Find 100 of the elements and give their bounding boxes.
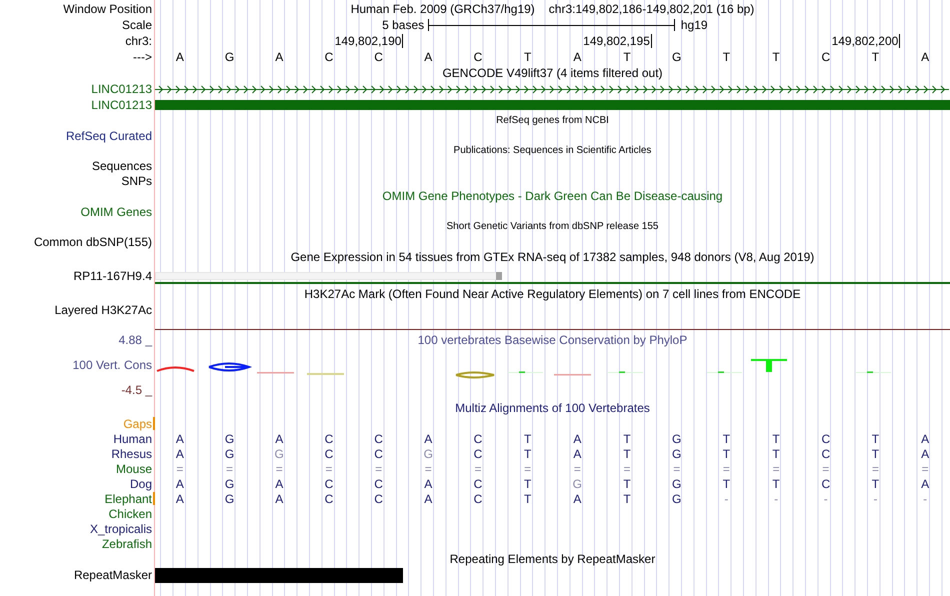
base-letter: A bbox=[176, 51, 184, 63]
track-title: OMIM Gene Phenotypes - Dark Green Can Be Disease-causing bbox=[382, 190, 723, 202]
base-letter: A bbox=[921, 478, 930, 490]
base-letter: A bbox=[275, 51, 284, 63]
track-label: Elephant bbox=[104, 492, 152, 504]
base-letter: T bbox=[524, 432, 532, 444]
track-label: RepeatMasker bbox=[74, 569, 152, 581]
base-letter: G bbox=[224, 51, 234, 63]
base-letter: G bbox=[424, 448, 433, 460]
base-letter: C bbox=[474, 432, 482, 444]
ruler-tick: 149,802,190 bbox=[334, 34, 404, 48]
base-letter: C bbox=[821, 478, 830, 490]
track-label: SNPs bbox=[121, 174, 152, 186]
track-label: Mouse bbox=[116, 462, 152, 474]
base-letter: - bbox=[774, 492, 778, 504]
base-letter: A bbox=[275, 478, 284, 490]
track-label: Window Position bbox=[63, 2, 152, 14]
base-letter: A bbox=[424, 432, 432, 444]
base-letter: = bbox=[524, 462, 532, 474]
base-letter: A bbox=[275, 492, 284, 504]
track-label: Dog bbox=[130, 478, 152, 490]
base-letter: T bbox=[772, 432, 780, 444]
base-letter: T bbox=[772, 478, 780, 490]
base-letter: - bbox=[724, 492, 728, 504]
base-letter: C bbox=[474, 478, 482, 490]
base-letter: C bbox=[821, 448, 830, 460]
base-letter: T bbox=[722, 448, 730, 460]
base-letter: T bbox=[772, 51, 780, 63]
base-letter: C bbox=[324, 492, 334, 504]
base-letter: T bbox=[524, 51, 532, 63]
base-letter: = bbox=[673, 462, 680, 474]
track-title: GENCODE V49lift37 (4 items filtered out) bbox=[442, 67, 663, 79]
base-letter: A bbox=[573, 51, 582, 63]
assembly-title: Human Feb. 2009 (GRCh37/hg19) bbox=[350, 2, 535, 14]
base-letter: C bbox=[374, 448, 383, 460]
base-letter: G bbox=[224, 478, 234, 490]
base-letter: C bbox=[374, 492, 383, 504]
assembly-text: hg19 bbox=[680, 18, 708, 32]
base-letter: - bbox=[873, 492, 878, 504]
track-title: Gene Expression in 54 tissues from GTEx RNA-seq of 17382 samples, 948 donors (V8, Aug 2019) bbox=[290, 251, 814, 263]
base-letter: G bbox=[672, 51, 682, 63]
base-letter: = bbox=[822, 462, 830, 474]
base-letter: C bbox=[324, 478, 334, 490]
base-letter: = bbox=[276, 462, 283, 474]
base-letter: G bbox=[672, 448, 682, 460]
track-label: Zebrafish bbox=[102, 538, 152, 550]
position-text: chr3:149,802,186-149,802,201 (16 bp) bbox=[548, 2, 754, 14]
base-letter: G bbox=[224, 448, 234, 460]
track-label: RefSeq Curated bbox=[66, 130, 152, 142]
base-letter: C bbox=[324, 51, 334, 63]
base-letter: T bbox=[722, 478, 730, 490]
track-label: Gaps bbox=[123, 418, 152, 430]
base-letter: = bbox=[772, 462, 780, 474]
base-letter: A bbox=[921, 51, 930, 63]
base-letter: A bbox=[176, 492, 184, 504]
base-letter: A bbox=[573, 432, 582, 444]
base-letter: C bbox=[474, 51, 482, 63]
base-letter: G bbox=[224, 432, 234, 444]
base-letter: A bbox=[176, 448, 184, 460]
base-letter: G bbox=[224, 492, 234, 504]
track-label: Layered H3K27Ac bbox=[54, 304, 152, 316]
track-label: LINC01213 bbox=[91, 99, 152, 111]
base-letter: T bbox=[623, 51, 631, 63]
base-letter: = bbox=[226, 462, 234, 474]
track-label: LINC01213 bbox=[91, 83, 152, 95]
base-letter: = bbox=[872, 462, 879, 474]
base-letter: C bbox=[374, 432, 383, 444]
track-label: Human bbox=[113, 432, 152, 444]
track-label: RP11-167H9.4 bbox=[74, 270, 152, 282]
base-letter: A bbox=[424, 478, 432, 490]
base-letter: A bbox=[921, 432, 930, 444]
base-letter: T bbox=[623, 432, 631, 444]
base-letter: = bbox=[474, 462, 482, 474]
base-letter: C bbox=[324, 432, 334, 444]
base-letter: = bbox=[922, 462, 929, 474]
track-title: RefSeq genes from NCBI bbox=[496, 116, 609, 126]
ruler-tick: 149,802,195 bbox=[583, 34, 652, 48]
track-label: Scale bbox=[122, 19, 152, 31]
base-letter: C bbox=[324, 448, 334, 460]
track-label: chr3: bbox=[125, 35, 152, 47]
track-title: Repeating Elements by RepeatMasker bbox=[450, 553, 656, 565]
base-letter: A bbox=[424, 51, 432, 63]
base-letter: A bbox=[573, 492, 582, 504]
base-letter: A bbox=[176, 478, 184, 490]
base-letter: = bbox=[176, 462, 184, 474]
base-letter: - bbox=[923, 492, 928, 504]
track-label: Sequences bbox=[92, 160, 152, 172]
base-letter: A bbox=[176, 432, 184, 444]
base-letter: = bbox=[624, 462, 631, 474]
base-letter: T bbox=[872, 478, 880, 490]
base-letter: G bbox=[672, 478, 682, 490]
base-letter: A bbox=[921, 448, 930, 460]
track-label: Rhesus bbox=[111, 448, 152, 460]
base-letter: T bbox=[623, 448, 631, 460]
base-letter: = bbox=[424, 462, 432, 474]
base-letter: = bbox=[574, 462, 581, 474]
base-letter: = bbox=[325, 462, 332, 474]
track-label: X_tropicalis bbox=[90, 522, 152, 534]
base-letter: A bbox=[275, 432, 284, 444]
base-letter: G bbox=[572, 478, 582, 490]
